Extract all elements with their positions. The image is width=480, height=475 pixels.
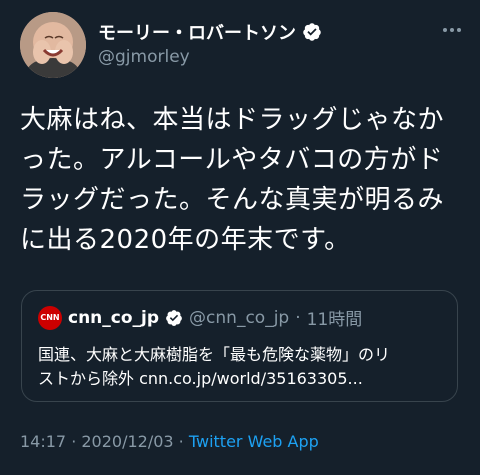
quoted-separator: ·: [295, 307, 301, 328]
meta-separator: ·: [66, 432, 82, 451]
tweet-text-line: ラッグだった。そんな真実が明るみ: [20, 185, 445, 215]
tweet-text-line: った。アルコールやタバコの方がド: [20, 145, 444, 175]
quoted-tweet-card[interactable]: CNN cnn_co_jp @cnn_co_jp · 11時間 国連、大麻と大麻…: [21, 290, 458, 402]
tweet-source-app[interactable]: Twitter Web App: [189, 432, 319, 451]
quoted-timestamp[interactable]: 11時間: [307, 305, 363, 330]
author-display-name[interactable]: モーリー・ロバートソン: [98, 19, 296, 45]
quoted-display-name[interactable]: cnn_co_jp: [68, 308, 159, 328]
quoted-text-line: ストから除外 cnn.co.jp/world/35163305...: [38, 369, 363, 388]
avatar[interactable]: [20, 12, 86, 78]
quoted-handle: @cnn_co_jp: [189, 307, 290, 328]
quoted-text-line: 国連、大麻と大麻樹脂を「最も危険な薬物」のリ: [38, 345, 391, 364]
tweet: モーリー・ロバートソン @gjmorley 大麻はね、本当はドラッグじゃなか っ…: [0, 0, 480, 475]
verified-badge-icon: [166, 309, 182, 326]
tweet-text: 大麻はね、本当はドラッグじゃなか った。アルコールやタバコの方がド ラッグだった…: [20, 100, 468, 260]
author-handle[interactable]: @gjmorley: [98, 47, 190, 67]
tweet-date[interactable]: 2020/12/03: [81, 432, 173, 451]
tweet-text-line: 大麻はね、本当はドラッグじゃなか: [20, 105, 445, 135]
avatar-photo: [20, 12, 86, 78]
more-icon[interactable]: [440, 20, 464, 40]
cnn-logo-text: CNN: [40, 313, 60, 322]
quoted-avatar[interactable]: CNN: [38, 305, 62, 330]
tweet-meta: 14:17 · 2020/12/03 · Twitter Web App: [20, 432, 319, 451]
tweet-text-line: に出る2020年の年末です。: [20, 225, 351, 255]
author-name-row: モーリー・ロバートソン: [98, 20, 322, 44]
quoted-tweet-text: 国連、大麻と大麻樹脂を「最も危険な薬物」のリ ストから除外 cnn.co.jp/…: [38, 343, 448, 391]
meta-separator: ·: [173, 432, 189, 451]
verified-badge-icon: [303, 23, 321, 41]
quoted-tweet-header: CNN cnn_co_jp @cnn_co_jp · 11時間: [38, 305, 362, 330]
tweet-time[interactable]: 14:17: [20, 432, 66, 451]
